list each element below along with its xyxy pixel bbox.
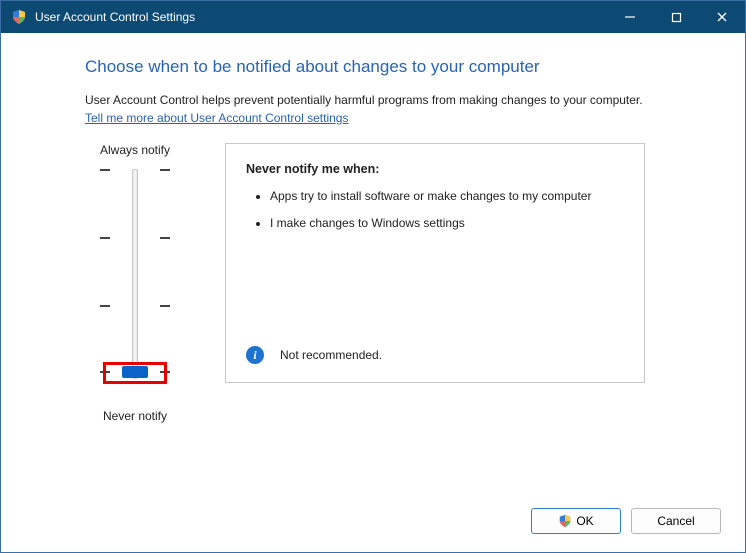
dialog-buttons: OK Cancel [531,508,721,534]
slider-tick [100,305,170,307]
info-icon: i [246,346,264,364]
page-heading: Choose when to be notified about changes… [85,57,685,77]
cancel-button[interactable]: Cancel [631,508,721,534]
slider-tick [100,169,170,171]
slider-column: Always notify Never notify [85,143,185,423]
info-panel-footer-text: Not recommended. [280,348,382,362]
notification-slider[interactable] [100,165,170,395]
slider-track [132,169,138,379]
minimize-button[interactable] [607,1,653,33]
close-button[interactable] [699,1,745,33]
slider-tick [100,237,170,239]
info-bullet: I make changes to Windows settings [270,215,624,232]
info-bullet: Apps try to install software or make cha… [270,188,624,205]
info-panel-title: Never notify me when: [246,162,624,176]
shield-icon [11,9,27,25]
page-description: User Account Control helps prevent poten… [85,93,685,107]
help-link[interactable]: Tell me more about User Account Control … [85,111,348,125]
titlebar: User Account Control Settings [1,1,745,33]
info-panel-footer: i Not recommended. [246,346,624,364]
info-panel-list: Apps try to install software or make cha… [246,188,624,242]
cancel-button-label: Cancel [657,514,694,528]
info-panel: Never notify me when: Apps try to instal… [225,143,645,383]
content-area: Choose when to be notified about changes… [1,33,745,423]
window-title: User Account Control Settings [35,10,607,24]
ok-button[interactable]: OK [531,508,621,534]
slider-thumb[interactable] [122,366,148,378]
slider-bottom-label: Never notify [103,409,167,423]
slider-top-label: Always notify [100,143,170,157]
body-area: Always notify Never notify Never notify … [85,143,685,423]
shield-icon [558,514,572,528]
maximize-button[interactable] [653,1,699,33]
ok-button-label: OK [576,514,593,528]
